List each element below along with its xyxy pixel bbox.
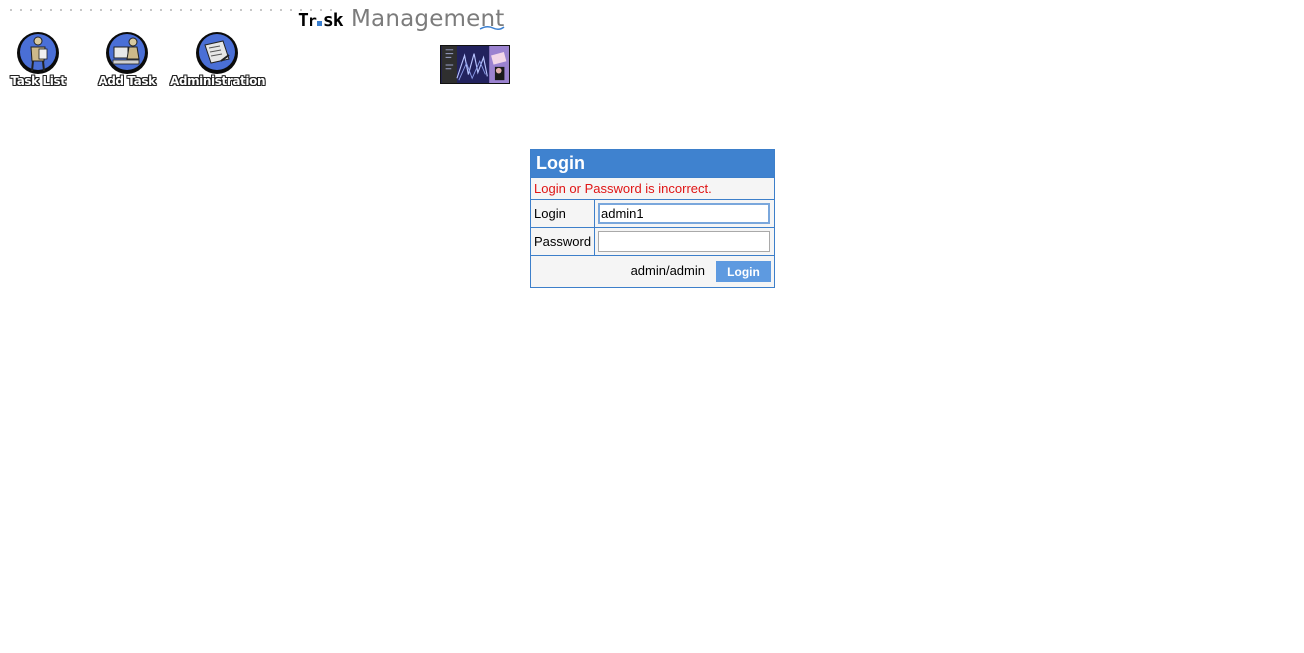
login-form: Login Login or Password is incorrect. Lo… [530,149,775,288]
brand-task-text: Tr sk [298,10,344,31]
nav-administration-label: Administration [170,74,266,88]
login-title: Login [531,150,774,177]
nav-add-task-label: Add Task [98,74,156,88]
nav-task-list[interactable]: Task List [9,31,67,91]
page: Tr sk Management Task List Add Task Admi… [0,0,1304,653]
swoosh-icon [479,25,505,31]
login-button[interactable]: Login [716,261,771,282]
nav-task-list-label: Task List [10,74,66,88]
nav-administration[interactable]: Administration [170,31,266,91]
login-label: Login [531,200,595,227]
dotted-divider [6,9,336,11]
app-logo: Tr sk Management [298,6,514,36]
login-input[interactable] [598,203,770,224]
person-reading-icon [17,32,59,74]
person-computer-icon [106,32,148,74]
login-row: Login [531,200,774,228]
admin-clipboard-icon [196,32,238,74]
login-footer: admin/admin Login [531,256,774,287]
login-error-message: Login or Password is incorrect. [531,177,774,200]
banner-image [440,45,510,84]
nav-add-task[interactable]: Add Task [97,31,157,91]
password-label: Password [531,228,595,255]
credentials-hint: admin/admin [630,263,705,278]
password-row: Password [531,228,774,256]
password-input[interactable] [598,231,770,252]
